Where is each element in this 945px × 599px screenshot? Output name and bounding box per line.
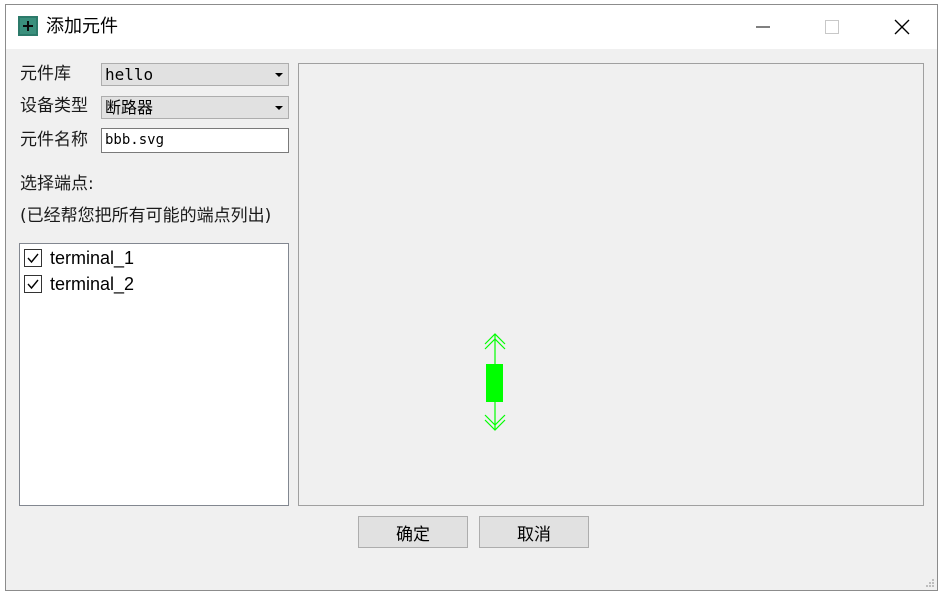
terminal-2-checkbox[interactable] (24, 275, 42, 293)
library-select[interactable]: hello (101, 63, 289, 86)
maximize-button[interactable] (809, 5, 855, 49)
device-type-select-value: 断路器 (105, 98, 154, 117)
checkmark-icon (27, 279, 39, 290)
title-bar[interactable]: 添加元件 (6, 5, 937, 49)
minimize-button[interactable] (740, 5, 786, 49)
terminals-hint: (已经帮您把所有可能的端点列出) (20, 206, 272, 226)
add-component-dialog: 添加元件 元件库 hello 设备类型 断路器 元件名称 bbb.svg 选择端… (5, 4, 938, 591)
component-name-input[interactable]: bbb.svg (101, 128, 289, 153)
minimize-icon (756, 26, 770, 28)
terminal-1-label: terminal_1 (50, 247, 135, 268)
circuit-breaker-symbol-icon (484, 333, 506, 431)
library-select-value: hello (105, 65, 154, 84)
component-name-label: 元件名称 (20, 130, 88, 150)
select-terminals-label: 选择端点: (20, 174, 94, 194)
chevron-down-icon (275, 106, 283, 110)
checkmark-icon (27, 253, 39, 264)
device-type-select[interactable]: 断路器 (101, 96, 289, 119)
cancel-button[interactable]: 取消 (479, 516, 589, 548)
terminal-list[interactable]: terminal_1 terminal_2 (19, 243, 289, 506)
maximize-icon (825, 20, 839, 34)
terminal-1-checkbox[interactable] (24, 249, 42, 267)
app-icon (18, 16, 38, 36)
close-button[interactable] (879, 5, 925, 49)
window-title: 添加元件 (46, 16, 118, 37)
list-item[interactable]: terminal_1 (24, 246, 134, 270)
list-item[interactable]: terminal_2 (24, 272, 134, 296)
chevron-down-icon (275, 73, 283, 77)
close-icon (894, 19, 910, 35)
component-preview[interactable] (298, 63, 924, 506)
ok-button[interactable]: 确定 (358, 516, 468, 548)
device-type-label: 设备类型 (20, 96, 88, 116)
library-label: 元件库 (20, 64, 71, 84)
terminal-2-label: terminal_2 (50, 273, 135, 294)
resize-grip-icon[interactable] (925, 578, 935, 588)
